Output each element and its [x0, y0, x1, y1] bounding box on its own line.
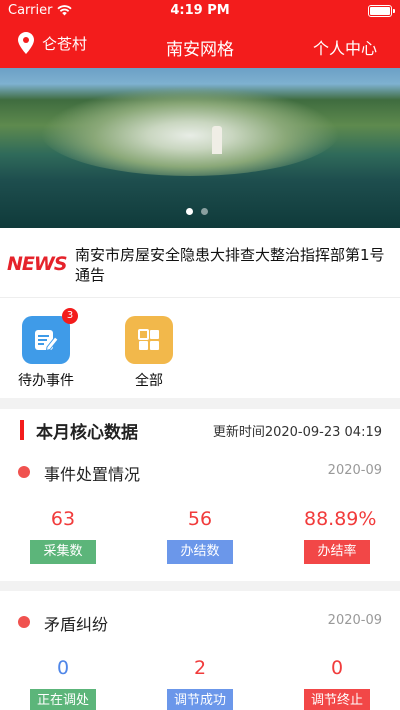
news-item[interactable]: NEWS 南安市房屋安全隐患大排查大整治指挥部第1号通告 — [0, 228, 400, 298]
news-headline: 南安市房屋安全隐患大排查大整治指挥部第1号通告 — [75, 246, 385, 284]
banner-carousel[interactable] — [0, 68, 400, 228]
section-title: 本月核心数据 — [36, 423, 138, 443]
shortcut-todo[interactable]: 3 待办事件 — [6, 308, 86, 390]
event-handling-header[interactable]: 事件处置情况 2020-09 — [0, 456, 400, 486]
group-title: 事件处置情况 — [44, 465, 141, 484]
stat-label: 办结率 — [304, 540, 370, 564]
stat-completed[interactable]: 56 办结数 — [167, 506, 233, 564]
section-marker — [20, 420, 24, 440]
stat-value: 63 — [50, 508, 76, 530]
bullet-dot — [18, 466, 30, 478]
carousel-dot[interactable] — [186, 208, 193, 215]
shortcut-label: 全部 — [135, 373, 163, 389]
todo-count-badge: 3 — [62, 308, 78, 324]
profile-link[interactable]: 个人中心 — [313, 35, 377, 59]
shortcut-panel: 3 待办事件 全部 — [0, 298, 400, 398]
location-pin-icon — [18, 32, 34, 54]
group-date: 2020-09 — [327, 463, 382, 478]
stat-collected[interactable]: 63 采集数 — [30, 506, 96, 564]
app-screen: Carrier 4:19 PM 仑苍村 南安网格 个人中心 NEWS 南安市房屋… — [0, 0, 400, 710]
grid-icon — [138, 329, 159, 350]
nav-bar: 仑苍村 南安网格 个人中心 — [0, 22, 400, 68]
disputes-section: 矛盾纠纷 2020-09 0 正在调处 2 调节成功 0 调节终止 — [0, 591, 400, 710]
stat-label: 采集数 — [30, 540, 96, 564]
update-time: 更新时间2020-09-23 04:19 — [212, 425, 382, 440]
header: Carrier 4:19 PM 仑苍村 南安网格 个人中心 — [0, 0, 400, 68]
stat-label: 调节终止 — [304, 689, 370, 710]
stat-mediation-success[interactable]: 2 调节成功 — [167, 655, 233, 710]
stat-mediation-terminated[interactable]: 0 调节终止 — [304, 655, 370, 710]
carousel-indicator — [186, 208, 208, 215]
stat-label: 调节成功 — [167, 689, 233, 710]
stat-completion-rate[interactable]: 88.89% 办结率 — [304, 506, 377, 564]
battery-icon — [368, 5, 395, 17]
news-logo: NEWS — [7, 253, 68, 275]
group-title: 矛盾纠纷 — [44, 615, 109, 634]
stat-value: 88.89% — [304, 508, 377, 530]
location-label: 仑苍村 — [42, 34, 88, 53]
stat-label: 办结数 — [167, 540, 233, 564]
edit-document-icon — [35, 330, 59, 352]
status-time: 4:19 PM — [170, 3, 230, 18]
shortcut-all[interactable]: 全部 — [109, 316, 189, 390]
location-selector[interactable]: 仑苍村 — [18, 32, 87, 54]
disputes-header[interactable]: 矛盾纠纷 2020-09 — [0, 606, 400, 636]
carousel-dot[interactable] — [201, 208, 208, 215]
shortcut-label: 待办事件 — [18, 373, 74, 389]
stat-value: 0 — [56, 657, 70, 679]
stat-value: 56 — [187, 508, 213, 530]
stat-value: 0 — [330, 657, 344, 679]
stat-label: 正在调处 — [30, 689, 96, 710]
group-date: 2020-09 — [327, 613, 382, 628]
stat-value: 2 — [193, 657, 207, 679]
stat-mediating[interactable]: 0 正在调处 — [30, 655, 96, 710]
core-data-section: 本月核心数据 更新时间2020-09-23 04:19 事件处置情况 2020-… — [0, 409, 400, 581]
status-bar: Carrier 4:19 PM — [0, 0, 400, 22]
bullet-dot — [18, 616, 30, 628]
